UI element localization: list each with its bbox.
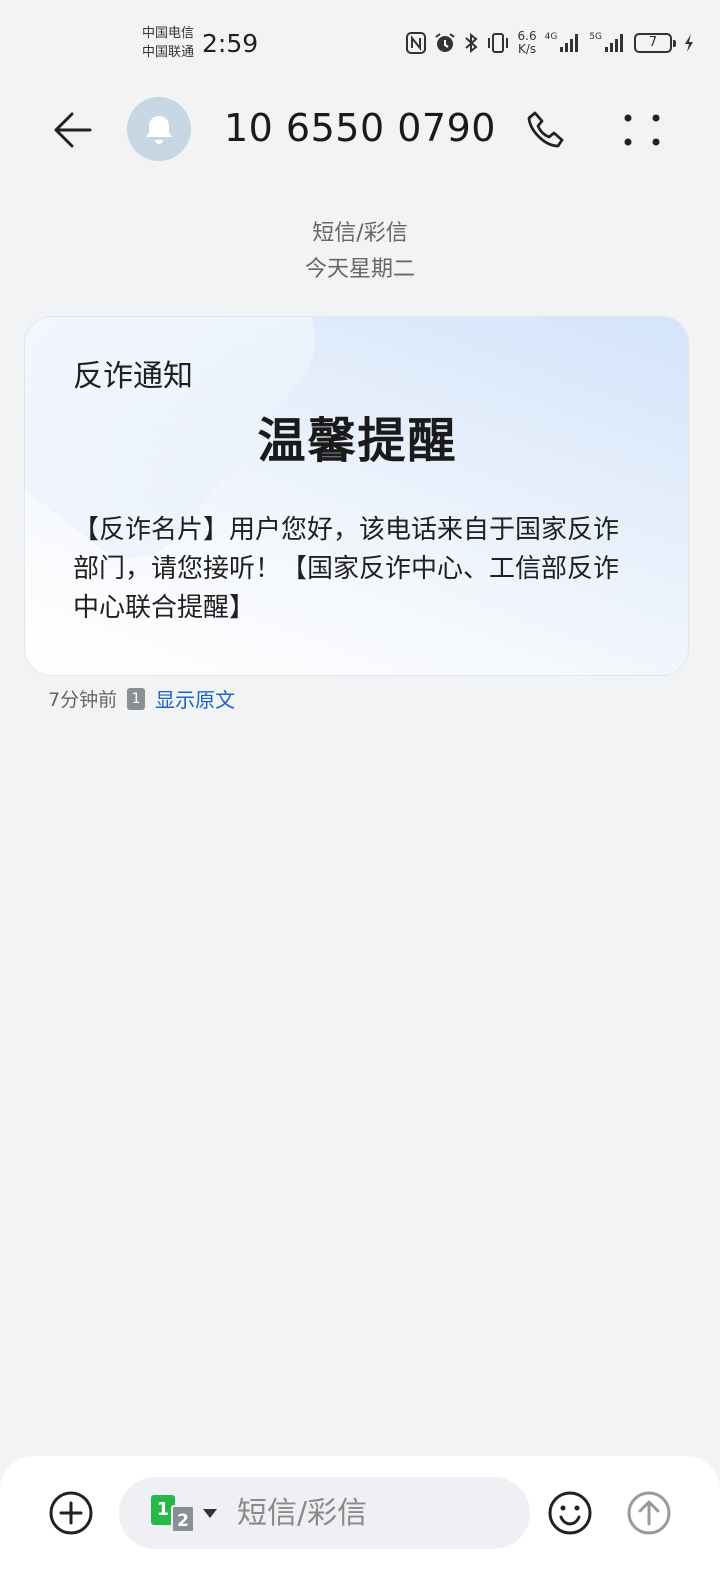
message-input[interactable] <box>237 1487 517 1539</box>
attach-button[interactable] <box>48 1490 94 1536</box>
sim2-icon: 2 <box>171 1505 195 1533</box>
network-speed: 6.6 K/s <box>517 29 537 56</box>
back-arrow-icon <box>54 112 92 148</box>
status-time: 2:59 <box>202 29 259 58</box>
battery-icon: 7 <box>634 33 676 53</box>
conversation-meta: 短信/彩信 今天星期二 <box>0 216 720 288</box>
carrier-1: 中国电信 <box>142 26 195 41</box>
card-title: 温馨提醒 <box>257 413 458 469</box>
more-options-button[interactable] <box>618 106 666 154</box>
sms-conversation-screen: 中国电信 中国联通 2:59 6.6 K/s 4G 5G 7 10 6550 0… <box>0 0 720 1584</box>
more-dots-icon <box>624 114 660 146</box>
status-bar: 中国电信 中国联通 2:59 6.6 K/s 4G 5G 7 <box>0 0 720 90</box>
avatar[interactable] <box>127 97 191 161</box>
chevron-down-icon <box>203 1509 217 1518</box>
conversation-header: 10 6550 0790 <box>0 90 720 170</box>
signal-sim1-icon <box>559 33 581 53</box>
card-body: 【反诈名片】用户您好，该电话来自于国家反诈部门，请您接听！【国家反诈中心、工信部… <box>73 515 620 623</box>
phone-icon <box>527 111 564 148</box>
sim-switcher[interactable]: 1 2 <box>151 1493 221 1535</box>
message-time: 7分钟前 <box>48 689 118 711</box>
sim1-network-label: 4G <box>544 32 558 42</box>
send-arrow-icon <box>627 1491 671 1535</box>
emoji-icon <box>548 1491 592 1535</box>
alarm-icon <box>434 32 456 54</box>
compose-bar: 1 2 <box>0 1456 720 1584</box>
signal-sim2-icon <box>604 33 626 53</box>
message-input-container: 1 2 <box>119 1477 530 1549</box>
plus-circle-icon <box>49 1491 93 1535</box>
card-tag: 反诈通知 <box>73 359 193 394</box>
send-button[interactable] <box>626 1490 672 1536</box>
nfc-icon <box>405 32 426 54</box>
message-meta: 7分钟前 1 显示原文 <box>48 684 235 713</box>
bell-icon <box>146 116 172 144</box>
call-button[interactable] <box>522 106 570 154</box>
vibrate-icon <box>486 32 510 54</box>
bluetooth-icon <box>464 32 478 54</box>
sim2-network-label: 5G <box>589 32 602 42</box>
carrier-names: 中国电信 中国联通 <box>142 24 194 62</box>
status-icons: 6.6 K/s 4G 5G 7 <box>405 29 695 56</box>
show-original-link[interactable]: 显示原文 <box>155 684 235 713</box>
contact-number: 10 6550 0790 <box>224 106 496 150</box>
sim-slot-badge: 1 <box>127 687 146 710</box>
date-label: 今天星期二 <box>304 257 415 282</box>
channel-label: 短信/彩信 <box>312 221 408 246</box>
carrier-2: 中国联通 <box>142 45 195 60</box>
back-button[interactable] <box>46 106 98 154</box>
charging-icon <box>684 33 694 53</box>
anti-fraud-message-card[interactable]: 反诈通知 温馨提醒 【反诈名片】用户您好，该电话来自于国家反诈部门，请您接听！【… <box>24 316 689 676</box>
emoji-button[interactable] <box>547 1490 593 1536</box>
